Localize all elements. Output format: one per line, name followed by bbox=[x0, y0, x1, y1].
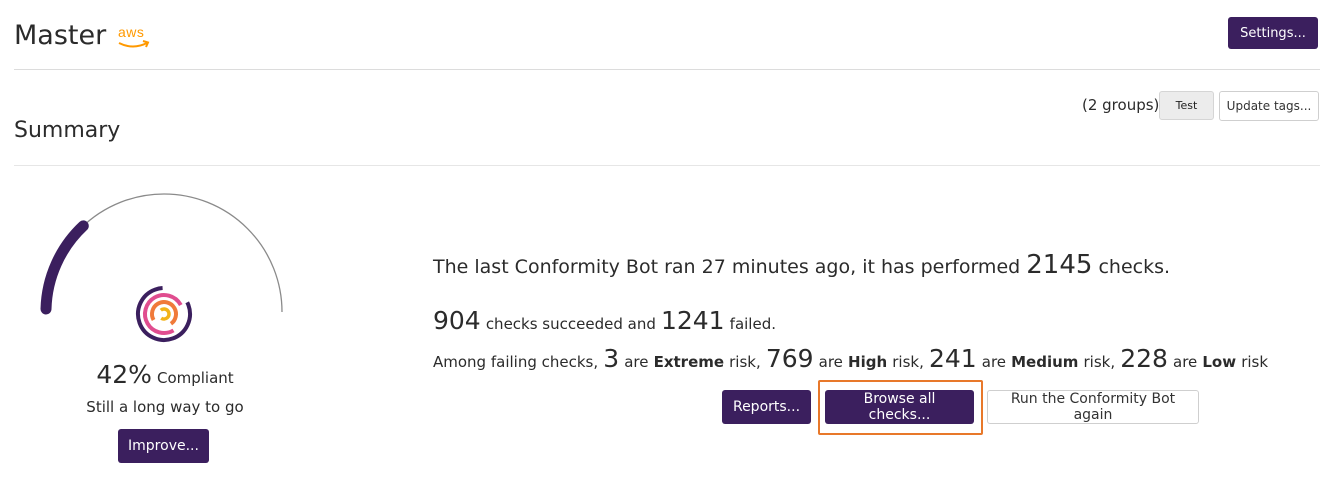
extreme-label: Extreme bbox=[653, 353, 725, 371]
high-label: High bbox=[848, 353, 888, 371]
tag-test-button[interactable]: Test bbox=[1159, 91, 1214, 120]
compliance-summary: 42% Compliant bbox=[30, 360, 300, 389]
low-count: 228 bbox=[1120, 344, 1168, 373]
update-tags-button[interactable]: Update tags... bbox=[1219, 91, 1319, 121]
risk-text: risk, bbox=[1083, 353, 1116, 371]
are-text: are bbox=[818, 353, 843, 371]
risk-text: risk, bbox=[892, 353, 924, 371]
compliance-label: Compliant bbox=[156, 369, 234, 387]
gauge-fill bbox=[40, 220, 89, 315]
run-bot-again-button[interactable]: Run the Conformity Bot again bbox=[987, 390, 1199, 424]
are-text: are bbox=[624, 353, 649, 371]
bot-run-suffix: checks. bbox=[1098, 256, 1171, 278]
failed-text: failed. bbox=[729, 315, 776, 333]
risk-text: risk, bbox=[729, 353, 761, 371]
medium-label: Medium bbox=[1011, 353, 1079, 371]
bot-run-summary: The last Conformity Bot ran 27 minutes a… bbox=[433, 250, 1170, 280]
succeeded-count: 904 bbox=[433, 306, 481, 335]
checks-result-line: 904 checks succeeded and 1241 failed. bbox=[433, 306, 776, 335]
conformity-logo-icon bbox=[136, 286, 192, 342]
aws-logo: aws bbox=[116, 24, 152, 50]
summary-divider bbox=[14, 165, 1320, 166]
extreme-count: 3 bbox=[603, 344, 620, 373]
among-failing-text: Among failing checks, bbox=[433, 353, 599, 371]
are-text: are bbox=[1173, 353, 1198, 371]
settings-button[interactable]: Settings... bbox=[1228, 17, 1318, 49]
risk-breakdown-line: Among failing checks, 3 are Extreme risk… bbox=[433, 344, 1268, 373]
improve-button[interactable]: Improve... bbox=[118, 429, 209, 463]
total-checks: 2145 bbox=[1026, 250, 1093, 280]
risk-text-last: risk bbox=[1241, 353, 1269, 371]
are-text: are bbox=[981, 353, 1007, 371]
summary-heading: Summary bbox=[14, 118, 121, 143]
failed-count: 1241 bbox=[660, 306, 725, 335]
high-count: 769 bbox=[765, 344, 814, 373]
header-divider bbox=[14, 69, 1320, 70]
medium-count: 241 bbox=[928, 344, 977, 373]
browse-all-checks-button[interactable]: Browse all checks... bbox=[825, 390, 974, 424]
reports-button[interactable]: Reports... bbox=[722, 390, 811, 424]
compliance-percent: 42% bbox=[96, 360, 152, 389]
succeeded-text: checks succeeded and bbox=[485, 315, 656, 333]
page-title: Master bbox=[14, 20, 107, 51]
low-label: Low bbox=[1202, 353, 1237, 371]
compliance-subtitle: Still a long way to go bbox=[86, 398, 244, 416]
groups-count: (2 groups) bbox=[1082, 96, 1160, 114]
bot-run-prefix: The last Conformity Bot ran 27 minutes a… bbox=[433, 256, 1021, 278]
aws-smile-icon bbox=[118, 40, 150, 48]
